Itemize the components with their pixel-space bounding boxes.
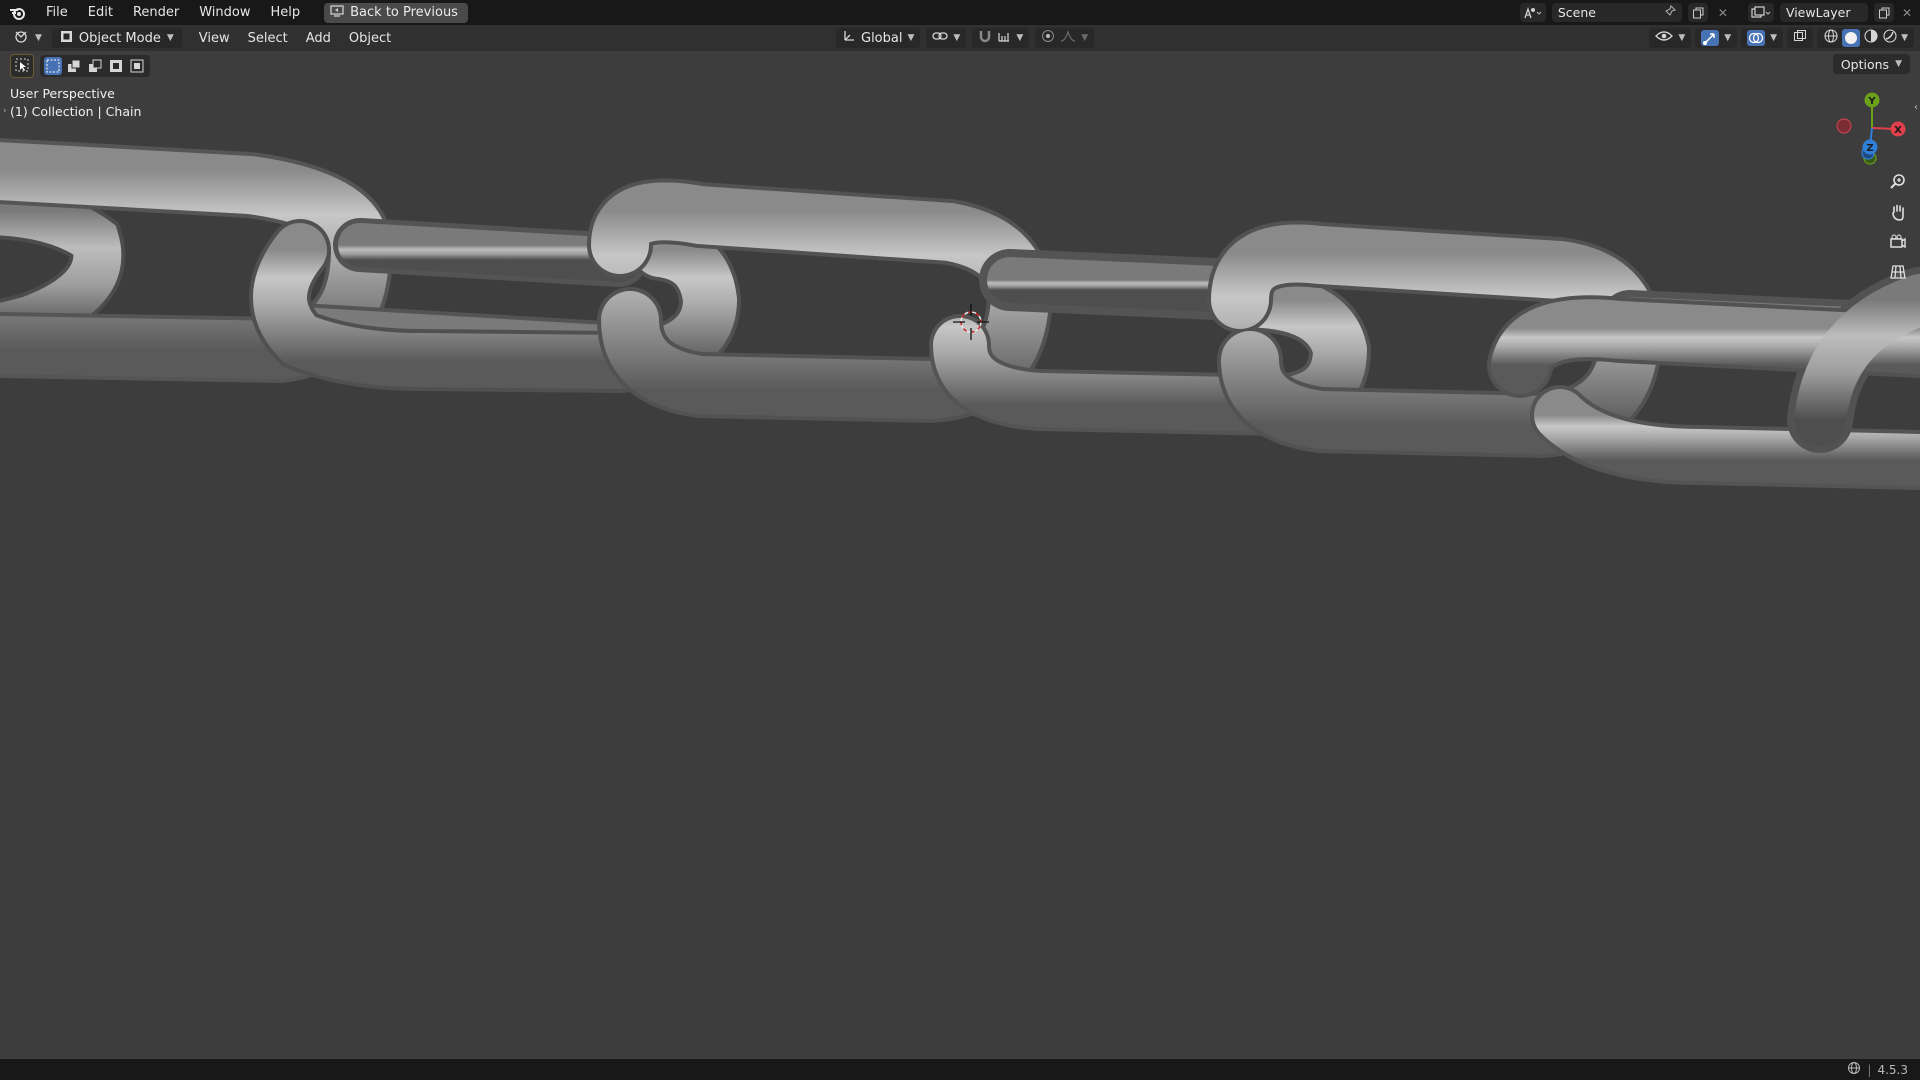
proportional-editing-group[interactable]: ▼ <box>1035 28 1095 48</box>
chevron-down-icon: ▼ <box>1081 33 1089 43</box>
magnet-icon[interactable] <box>978 29 992 47</box>
active-collection-label: (1) Collection | Chain <box>10 104 142 119</box>
view-perspective-label: User Perspective <box>10 86 115 101</box>
3d-viewport-icon <box>14 29 30 47</box>
status-divider: | <box>1867 1062 1872 1077</box>
menu-select[interactable]: Select <box>239 31 297 46</box>
globe-icon <box>1847 1061 1861 1078</box>
proportional-edit-icon[interactable] <box>1041 29 1055 47</box>
transform-tools: Global ▼ ▼ ▼ ▼ <box>836 25 1095 51</box>
gizmo-toggle[interactable]: ▼ <box>1695 28 1738 48</box>
chevron-down-icon: ▼ <box>1678 33 1686 43</box>
snapping-group[interactable]: ▼ <box>972 28 1030 48</box>
neg-x-axis-handle[interactable] <box>1836 118 1852 134</box>
gizmo-icon[interactable] <box>1701 30 1720 46</box>
menu-window[interactable]: Window <box>189 0 260 25</box>
chevron-down-icon: ▼ <box>1770 33 1778 43</box>
chevron-down-icon: ▼ <box>907 33 915 43</box>
object-mode-label: Object Mode <box>78 30 161 46</box>
xray-icon[interactable] <box>1793 29 1807 47</box>
chevron-down-icon: ▼ <box>1724 33 1732 43</box>
pivot-point-dropdown[interactable]: ▼ <box>926 28 967 48</box>
version-label: 4.5.3 <box>1877 1062 1908 1077</box>
viewport-shading-tools: ▼ ▼ ▼ ▼ <box>1649 25 1914 51</box>
chain-scene[interactable] <box>0 51 1920 1059</box>
new-viewlayer-icon[interactable] <box>1873 3 1894 22</box>
new-scene-icon[interactable] <box>1687 3 1708 22</box>
scene-field[interactable]: Scene <box>1551 3 1682 22</box>
scene-type-icon[interactable] <box>1519 3 1546 22</box>
back-to-previous-button[interactable]: Back to Previous <box>324 2 468 23</box>
material-shading-icon[interactable] <box>1863 28 1879 48</box>
shading-mode-group[interactable]: ▼ <box>1817 28 1914 48</box>
menu-add[interactable]: Add <box>297 31 340 46</box>
transform-orientation-dropdown[interactable]: Global ▼ <box>836 28 921 48</box>
y-axis-label[interactable]: Y <box>1867 96 1876 107</box>
orientation-label: Global <box>861 30 903 46</box>
visibility-dropdown[interactable]: ▼ <box>1649 28 1692 48</box>
viewport-header: ▼ Object Mode ▼ View Select Add Object G… <box>0 25 1920 51</box>
x-axis-label[interactable]: X <box>1894 125 1902 136</box>
rendered-shading-icon[interactable] <box>1882 28 1898 48</box>
blender-logo-icon[interactable] <box>0 0 36 25</box>
remove-scene-icon[interactable]: ✕ <box>1714 6 1732 20</box>
orientation-axes-icon <box>842 29 856 47</box>
menu-view[interactable]: View <box>190 31 239 46</box>
pivot-link-icon <box>932 29 949 47</box>
chevron-down-icon: ▼ <box>1901 33 1908 43</box>
3d-viewport[interactable] <box>0 51 1920 1059</box>
zoom-icon[interactable] <box>1886 170 1910 194</box>
navigation-gizmo[interactable]: Y X Z <box>1822 88 1912 168</box>
object-mode-dropdown[interactable]: Object Mode ▼ <box>51 28 182 48</box>
pan-hand-icon[interactable] <box>1886 200 1910 224</box>
chevron-down-icon: ▼ <box>953 33 961 43</box>
z-axis-label[interactable]: Z <box>1866 143 1873 154</box>
falloff-curve-icon[interactable] <box>1060 29 1076 47</box>
chevron-right-icon[interactable]: › <box>3 106 7 116</box>
chevron-down-icon: ▼ <box>35 33 42 43</box>
overlays-toggle[interactable]: ▼ <box>1741 28 1784 48</box>
editor-type-button[interactable]: ▼ <box>8 28 48 48</box>
chevron-down-icon: ▼ <box>1016 33 1024 43</box>
snap-increment-icon[interactable] <box>997 29 1011 47</box>
eye-icon <box>1655 29 1674 47</box>
viewlayer-name: ViewLayer <box>1785 5 1851 20</box>
pin-icon[interactable] <box>1664 4 1676 20</box>
topbar-right: Scene ✕ ViewLayer ✕ <box>1519 0 1920 25</box>
menu-help[interactable]: Help <box>261 0 311 25</box>
status-bar: | 4.5.3 <box>0 1059 1920 1080</box>
object-mode-icon <box>60 30 73 47</box>
overlays-icon[interactable] <box>1747 30 1766 46</box>
remove-viewlayer-icon[interactable]: ✕ <box>1900 6 1914 20</box>
screen-icon <box>330 4 344 21</box>
scene-name: Scene <box>1557 5 1596 20</box>
menu-file[interactable]: File <box>36 0 78 25</box>
menu-edit[interactable]: Edit <box>78 0 123 25</box>
chevron-down-icon: ▼ <box>166 33 174 43</box>
solid-shading-icon[interactable] <box>1842 29 1861 47</box>
viewlayer-field[interactable]: ViewLayer <box>1779 3 1868 22</box>
menu-render[interactable]: Render <box>123 0 189 25</box>
camera-view-icon[interactable] <box>1886 230 1910 254</box>
perspective-grid-icon[interactable] <box>1886 260 1910 284</box>
sidebar-toggle-icon[interactable]: ‹ <box>1914 102 1918 113</box>
back-to-previous-label: Back to Previous <box>350 5 458 20</box>
chain-links[interactable] <box>0 138 1920 490</box>
xray-toggle[interactable] <box>1787 28 1814 48</box>
menu-object[interactable]: Object <box>340 31 400 46</box>
viewlayer-type-icon[interactable] <box>1747 3 1774 22</box>
top-menu-bar: File Edit Render Window Help Back to Pre… <box>0 0 1920 25</box>
wireframe-shading-icon[interactable] <box>1823 28 1839 48</box>
